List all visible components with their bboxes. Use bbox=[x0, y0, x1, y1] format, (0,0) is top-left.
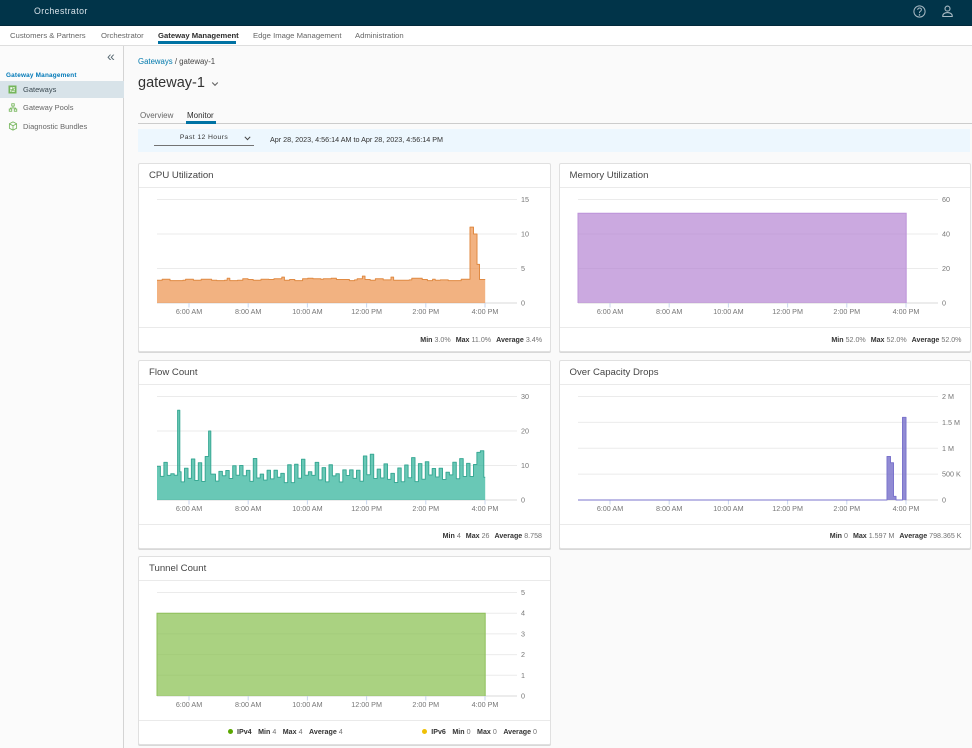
svg-text:4:00 PM: 4:00 PM bbox=[472, 699, 499, 708]
svg-text:8:00 AM: 8:00 AM bbox=[656, 307, 682, 316]
svg-text:4:00 PM: 4:00 PM bbox=[472, 307, 499, 316]
svg-text:0: 0 bbox=[521, 495, 525, 504]
svg-text:15: 15 bbox=[521, 195, 529, 204]
svg-text:2:00 PM: 2:00 PM bbox=[412, 699, 439, 708]
svg-text:8:00 AM: 8:00 AM bbox=[656, 503, 682, 512]
svg-text:10: 10 bbox=[521, 230, 529, 239]
svg-text:0: 0 bbox=[521, 299, 525, 308]
svg-text:60: 60 bbox=[942, 195, 950, 204]
svg-text:10:00 AM: 10:00 AM bbox=[292, 307, 322, 316]
svg-text:6:00 AM: 6:00 AM bbox=[596, 503, 622, 512]
svg-text:1.5 M: 1.5 M bbox=[942, 417, 960, 426]
svg-text:10: 10 bbox=[521, 461, 529, 470]
svg-text:4:00 PM: 4:00 PM bbox=[472, 503, 499, 512]
svg-text:12:00 PM: 12:00 PM bbox=[351, 503, 382, 512]
svg-text:10:00 AM: 10:00 AM bbox=[713, 503, 743, 512]
svg-text:12:00 PM: 12:00 PM bbox=[772, 503, 803, 512]
svg-text:8:00 AM: 8:00 AM bbox=[235, 307, 261, 316]
svg-text:6:00 AM: 6:00 AM bbox=[176, 307, 202, 316]
svg-text:0: 0 bbox=[942, 495, 946, 504]
svg-text:12:00 PM: 12:00 PM bbox=[351, 307, 382, 316]
svg-text:2:00 PM: 2:00 PM bbox=[412, 503, 439, 512]
svg-text:500 K: 500 K bbox=[942, 469, 961, 478]
svg-text:5: 5 bbox=[521, 264, 525, 273]
svg-text:2:00 PM: 2:00 PM bbox=[412, 307, 439, 316]
svg-text:10:00 AM: 10:00 AM bbox=[713, 307, 743, 316]
svg-text:4: 4 bbox=[521, 608, 525, 617]
svg-text:2: 2 bbox=[521, 650, 525, 659]
svg-text:12:00 PM: 12:00 PM bbox=[772, 307, 803, 316]
svg-text:6:00 AM: 6:00 AM bbox=[596, 307, 622, 316]
svg-text:8:00 AM: 8:00 AM bbox=[235, 699, 261, 708]
svg-text:6:00 AM: 6:00 AM bbox=[176, 503, 202, 512]
svg-text:0: 0 bbox=[521, 691, 525, 700]
svg-text:6:00 AM: 6:00 AM bbox=[176, 699, 202, 708]
svg-text:8:00 AM: 8:00 AM bbox=[235, 503, 261, 512]
svg-text:12:00 PM: 12:00 PM bbox=[351, 699, 382, 708]
svg-text:1: 1 bbox=[521, 670, 525, 679]
svg-text:40: 40 bbox=[942, 230, 950, 239]
svg-text:2:00 PM: 2:00 PM bbox=[833, 307, 860, 316]
svg-text:5: 5 bbox=[521, 588, 525, 597]
svg-text:2 M: 2 M bbox=[942, 392, 954, 401]
svg-text:10:00 AM: 10:00 AM bbox=[292, 699, 322, 708]
svg-text:4:00 PM: 4:00 PM bbox=[892, 503, 919, 512]
svg-text:4:00 PM: 4:00 PM bbox=[892, 307, 919, 316]
svg-text:1 M: 1 M bbox=[942, 443, 954, 452]
svg-text:20: 20 bbox=[942, 264, 950, 273]
svg-text:3: 3 bbox=[521, 629, 525, 638]
svg-text:30: 30 bbox=[521, 392, 529, 401]
svg-text:0: 0 bbox=[942, 299, 946, 308]
svg-text:2:00 PM: 2:00 PM bbox=[833, 503, 860, 512]
svg-text:10:00 AM: 10:00 AM bbox=[292, 503, 322, 512]
svg-text:20: 20 bbox=[521, 426, 529, 435]
